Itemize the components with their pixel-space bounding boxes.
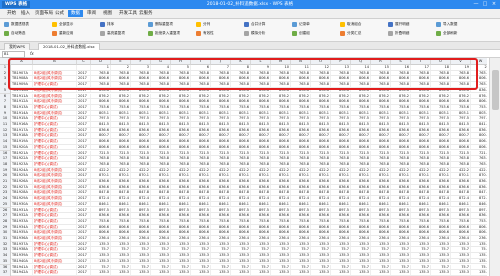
formula-input[interactable] xyxy=(40,51,480,56)
name-box[interactable]: B1 xyxy=(2,51,25,58)
ribbon-icon-13 xyxy=(292,22,297,27)
minimize-button[interactable]: — xyxy=(472,1,480,8)
menu-9[interactable]: 云服务 xyxy=(136,10,156,17)
ribbon-button-4[interactable]: 重新应用 xyxy=(59,31,73,36)
ribbon-icon-19 xyxy=(436,22,441,27)
menu-7[interactable]: 视图 xyxy=(100,10,115,17)
ribbon-icon-18 xyxy=(388,31,393,36)
ribbon-button-8[interactable]: 拒绝录入重复项 xyxy=(155,31,180,36)
ribbon-icon-16 xyxy=(340,31,345,36)
ribbon-button-18[interactable]: 折叠明细 xyxy=(395,31,409,36)
ribbon-button-16[interactable]: 分类汇总 xyxy=(347,31,361,36)
ribbon-button-6[interactable]: 高亮重复项 xyxy=(107,31,125,36)
close-button[interactable]: × xyxy=(490,1,498,8)
table-cell[interactable]: 135.3 xyxy=(91,270,111,276)
window-title: 2018-01-02_补料追数据.xlsx - WPS 表格 xyxy=(206,2,294,7)
ribbon-icon-15 xyxy=(340,22,345,27)
table-cell[interactable]: 135.3 xyxy=(111,270,131,276)
menu-2[interactable]: 插入 xyxy=(18,10,33,17)
table-cell[interactable]: 135.3 xyxy=(291,270,311,276)
table-cell[interactable]: 135.3 xyxy=(151,270,171,276)
table-cell[interactable]: TB1942A xyxy=(11,270,33,276)
vertical-scrollbar[interactable] xyxy=(489,58,500,276)
ribbon-icon-7 xyxy=(148,22,153,27)
ribbon-button-14[interactable]: 创建组 xyxy=(299,31,310,36)
table-cell[interactable]: 135.3 xyxy=(311,270,331,276)
table-cell[interactable]: 135.3 xyxy=(371,270,391,276)
ribbon-button-11[interactable]: 合并计算 xyxy=(251,22,265,27)
table-cell[interactable]: 135.3 xyxy=(411,270,431,276)
ribbon-button-7[interactable]: 删除重复项 xyxy=(155,22,173,27)
table-cell[interactable]: 135.3 xyxy=(391,270,411,276)
title-bar: WPS 表格 2018-01-02_补料追数据.xlsx - WPS 表格 — … xyxy=(0,0,500,9)
ribbon-button-1[interactable]: 数据透视表 xyxy=(11,22,29,27)
ribbon-icon-8 xyxy=(148,31,153,36)
table-cell[interactable]: 135.3 xyxy=(471,270,487,276)
ribbon-button-20[interactable]: 全部刷新 xyxy=(443,31,457,36)
formula-bar: B1 fx xyxy=(0,50,500,58)
table-cell[interactable]: 135.3 xyxy=(251,270,271,276)
ribbon-icon-2 xyxy=(4,31,9,36)
ribbon-icon-5 xyxy=(100,22,105,27)
ribbon-button-19[interactable]: 导入数据 xyxy=(443,22,457,27)
table-cell[interactable]: 135.3 xyxy=(331,270,351,276)
ribbon-icon-1 xyxy=(4,22,9,27)
ribbon-icon-14 xyxy=(292,31,297,36)
table-cell[interactable]: 135.3 xyxy=(431,270,451,276)
table-cell[interactable]: 135.3 xyxy=(271,270,291,276)
annotation-highlight-box xyxy=(8,58,478,90)
row-header[interactable]: 37 xyxy=(0,270,11,276)
ribbon-button-10[interactable]: 有效性 xyxy=(203,31,214,36)
scrollbar-thumb[interactable] xyxy=(492,70,499,110)
table-cell[interactable]: 135.3 xyxy=(171,270,191,276)
table-cell[interactable]: 135.3 xyxy=(351,270,371,276)
ribbon-icon-11 xyxy=(244,22,249,27)
ribbon-icon-3 xyxy=(52,22,57,27)
ribbon-toolbar: 数据透视表自动筛选 全部显示重新应用 排序高亮重复项 删除重复项拒绝录入重复项 分列有效… xyxy=(0,19,500,42)
ribbon-icon-9 xyxy=(196,22,201,27)
ribbon-button-3[interactable]: 全部显示 xyxy=(59,22,73,27)
tab-my-wps[interactable]: 我的WPS xyxy=(4,43,31,50)
menu-6[interactable]: 审阅 xyxy=(84,10,99,17)
document-tab-bar: 我的WPS 2018-01-02_补料追数据.xlsx xyxy=(0,42,500,50)
ribbon-icon-4 xyxy=(52,31,57,36)
ribbon-button-12[interactable]: 模拟分析 xyxy=(251,31,265,36)
ribbon-button-17[interactable]: 展开明细 xyxy=(395,22,409,27)
ribbon-button-9[interactable]: 分列 xyxy=(203,22,210,27)
table-cell[interactable]: 2017 xyxy=(77,270,91,276)
fx-icon[interactable]: fx xyxy=(30,51,34,56)
ribbon-button-5[interactable]: 排序 xyxy=(107,22,114,27)
table-cell[interactable]: 护理中心(调试) xyxy=(33,270,77,276)
table-cell[interactable]: 135.3 xyxy=(231,270,251,276)
menu-4[interactable]: 公式 xyxy=(52,10,67,17)
maximize-button[interactable]: □ xyxy=(481,1,489,8)
table-cell[interactable]: 135.3 xyxy=(131,270,151,276)
ribbon-button-2[interactable]: 自动筛选 xyxy=(11,31,25,36)
ribbon-icon-20 xyxy=(436,31,441,36)
table-cell[interactable]: 135.3 xyxy=(451,270,471,276)
ribbon-icon-12 xyxy=(244,31,249,36)
menu-bar: 开始 插入 页面布局 公式 数据 审阅 视图 开发工具 云服务 xyxy=(0,9,500,19)
tab-current-document[interactable]: 2018-01-02_补料追数据.xlsx xyxy=(38,43,100,50)
table-cell[interactable]: 135.3 xyxy=(211,270,231,276)
ribbon-icon-10 xyxy=(196,31,201,36)
menu-1[interactable]: 开始 xyxy=(4,10,19,17)
ribbon-button-15[interactable]: 取消组合 xyxy=(347,22,361,27)
ribbon-icon-6 xyxy=(100,31,105,36)
spreadsheet-grid[interactable]: A B C D E F G H I J K L M N O P Q R S T U V W 1 1 2 3 4 5 6 7 8 9 10 11 12 1… xyxy=(0,58,487,276)
ribbon-button-13[interactable]: 记录单 xyxy=(299,22,310,27)
menu-5[interactable]: 数据 xyxy=(68,10,83,17)
ribbon-icon-17 xyxy=(388,22,393,27)
table-cell[interactable]: 135.3 xyxy=(191,270,211,276)
